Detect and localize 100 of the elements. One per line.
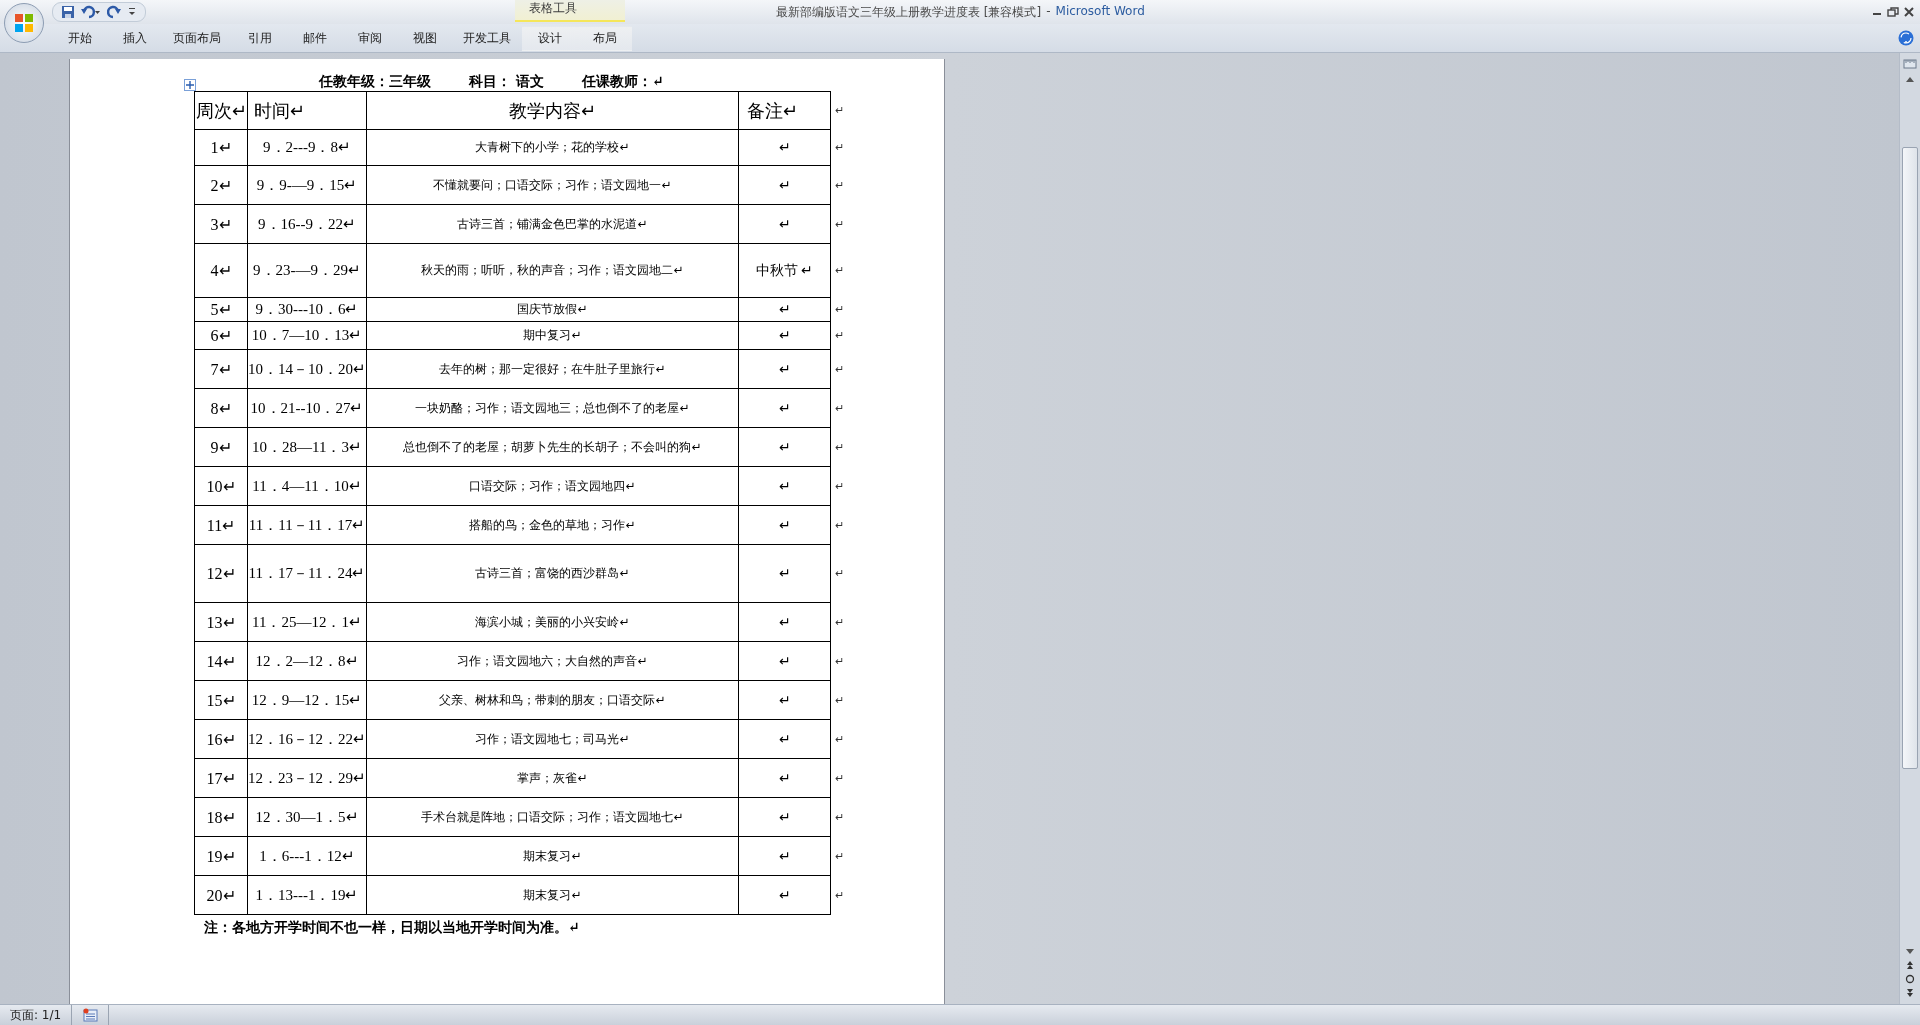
row-end-mark: ↵ xyxy=(835,654,844,667)
ribbon-tab[interactable]: 布局 xyxy=(577,25,632,51)
table-cell: 8↵ xyxy=(194,388,248,428)
table-cell: 5↵ xyxy=(194,297,248,322)
table-cell: 11↵ xyxy=(194,505,248,545)
row-end-mark: ↵ xyxy=(835,849,844,862)
heading-text: 科目： 语文 xyxy=(469,73,544,91)
customize-icon[interactable] xyxy=(127,6,137,18)
table-cell: 11．25—12．1↵ xyxy=(247,602,367,642)
previous-page-icon[interactable] xyxy=(1905,960,1915,970)
row-end-mark: ↵ xyxy=(835,303,844,315)
row-end-mark: ↵ xyxy=(835,567,844,579)
table-cell: 12↵ xyxy=(194,544,248,603)
document-check-icon[interactable] xyxy=(82,1008,99,1022)
row-end-mark: ↵ xyxy=(835,264,844,276)
table-cell: 9↵ xyxy=(194,427,248,467)
next-page-icon[interactable] xyxy=(1905,988,1915,998)
vertical-scrollbar[interactable] xyxy=(1899,53,1920,1004)
page-count[interactable]: 页面: 1/1 xyxy=(0,1005,73,1025)
table-cell: 14↵ xyxy=(194,641,248,681)
table-cell: 4↵ xyxy=(194,243,248,298)
table-cell: 12．9—12．15↵ xyxy=(247,680,367,720)
scroll-down-icon[interactable] xyxy=(1905,948,1915,956)
row-end-mark: ↵ xyxy=(835,104,844,116)
table-cell: 16↵ xyxy=(194,719,248,759)
table-cell: 古诗三首；铺满金色巴掌的水泥道↵ xyxy=(366,204,739,244)
row-end-mark: ↵ xyxy=(835,141,844,153)
close-icon[interactable] xyxy=(1902,6,1916,18)
table-cell: ↵ xyxy=(738,544,831,603)
note-text: 注：各地方开学时间不也一样，日期以当地开学时间为准。↵ xyxy=(203,919,581,937)
table-cell: 9．23-—9．29↵ xyxy=(247,243,367,298)
ribbon-tab[interactable]: 开发工具 xyxy=(452,25,522,51)
table-cell: 10↵ xyxy=(194,466,248,506)
table-cell: 15↵ xyxy=(194,680,248,720)
table-cell: 1．6---1．12↵ xyxy=(247,836,367,876)
table-cell: 习作；语文园地六；大自然的声音↵ xyxy=(366,641,739,681)
column-header: 周次↵ xyxy=(194,91,248,130)
row-end-mark: ↵ xyxy=(835,615,844,628)
scroll-up-icon[interactable] xyxy=(1905,75,1915,83)
table-cell: ↵ xyxy=(738,165,831,205)
table-cell: 7↵ xyxy=(194,349,248,389)
table-cell: 12．23－12．29↵ xyxy=(247,758,367,798)
table-cell: ↵ xyxy=(738,602,831,642)
row-end-mark: ↵ xyxy=(835,440,844,453)
table-cell: ↵ xyxy=(738,505,831,545)
ribbon-tab[interactable]: 视图 xyxy=(397,25,452,51)
table-cell: 手术台就是阵地；口语交际；习作；语文园地七↵ xyxy=(366,797,739,837)
table-cell: 国庆节放假↵ xyxy=(366,297,739,322)
table-cell: 9．9-—9．15↵ xyxy=(247,165,367,205)
ribbon-tab[interactable]: 邮件 xyxy=(287,25,342,51)
table-cell: 期末复习↵ xyxy=(366,875,739,915)
redo-icon[interactable] xyxy=(107,5,121,19)
row-end-mark: ↵ xyxy=(835,732,844,745)
ribbon-tab[interactable]: 设计 xyxy=(522,25,577,51)
undo-icon[interactable] xyxy=(81,5,101,19)
heading-text: 任教年级：三年级 xyxy=(319,73,431,91)
row-end-mark: ↵ xyxy=(835,810,844,823)
table-cell: 1↵ xyxy=(194,129,248,166)
table-cell: 古诗三首；富饶的西沙群岛↵ xyxy=(366,544,739,603)
table-cell: 10．7—10．13↵ xyxy=(247,321,367,350)
office-button[interactable] xyxy=(4,3,44,43)
table-cell: 9．16--9．22↵ xyxy=(247,204,367,244)
table-cell: 期末复习↵ xyxy=(366,836,739,876)
table-cell: 11．11－11．17↵ xyxy=(247,505,367,545)
ribbon-tab[interactable]: 审阅 xyxy=(342,25,397,51)
app-name: Microsoft Word xyxy=(1055,4,1145,20)
table-cell: 总也倒不了的老屋；胡萝卜先生的长胡子；不会叫的狗↵ xyxy=(366,427,739,467)
ribbon-tab[interactable]: 插入 xyxy=(107,25,162,51)
table-cell: 中秋节 ↵ xyxy=(738,243,831,298)
browse-object-icon[interactable] xyxy=(1905,974,1915,984)
column-header: 备注↵ xyxy=(738,91,831,130)
window-title: 最新部编版语文三年级上册教学进度表 [兼容模式] xyxy=(776,4,1042,21)
table-cell: 掌声；灰雀↵ xyxy=(366,758,739,798)
table-cell: ↵ xyxy=(738,797,831,837)
ribbon-tab[interactable]: 引用 xyxy=(232,25,287,51)
table-cell: 12．2—12．8↵ xyxy=(247,641,367,681)
table-cell: 大青树下的小学；花的学校↵ xyxy=(366,129,739,166)
column-header: 时间↵ xyxy=(247,91,367,130)
column-header: 教学内容↵ xyxy=(366,91,739,130)
row-end-mark: ↵ xyxy=(835,329,844,341)
table-cell: 秋天的雨；听听，秋的声音；习作；语文园地二↵ xyxy=(366,243,739,298)
table-move-handle-icon[interactable] xyxy=(184,79,196,91)
table-cell: 去年的树；那一定很好；在牛肚子里旅行↵ xyxy=(366,349,739,389)
save-icon[interactable] xyxy=(61,5,75,19)
row-end-mark: ↵ xyxy=(835,518,844,531)
table-cell: ↵ xyxy=(738,321,831,350)
table-cell: 10．14－10．20↵ xyxy=(247,349,367,389)
table-cell: ↵ xyxy=(738,719,831,759)
table-cell: 父亲、树林和鸟；带刺的朋友；口语交际↵ xyxy=(366,680,739,720)
table-cell: 10．28—11．3↵ xyxy=(247,427,367,467)
table-cell: 3↵ xyxy=(194,204,248,244)
title-separator: - xyxy=(1046,4,1051,20)
restore-icon[interactable] xyxy=(1886,6,1900,18)
ribbon-tab[interactable]: 页面布局 xyxy=(162,25,232,51)
table-cell: 2↵ xyxy=(194,165,248,205)
table-cell: 20↵ xyxy=(194,875,248,915)
scroll-thumb[interactable] xyxy=(1902,147,1918,769)
table-cell: 一块奶酪；习作；语文园地三；总也倒不了的老屋↵ xyxy=(366,388,739,428)
ribbon-tab[interactable]: 开始 xyxy=(52,25,107,51)
table-cell: ↵ xyxy=(738,129,831,166)
